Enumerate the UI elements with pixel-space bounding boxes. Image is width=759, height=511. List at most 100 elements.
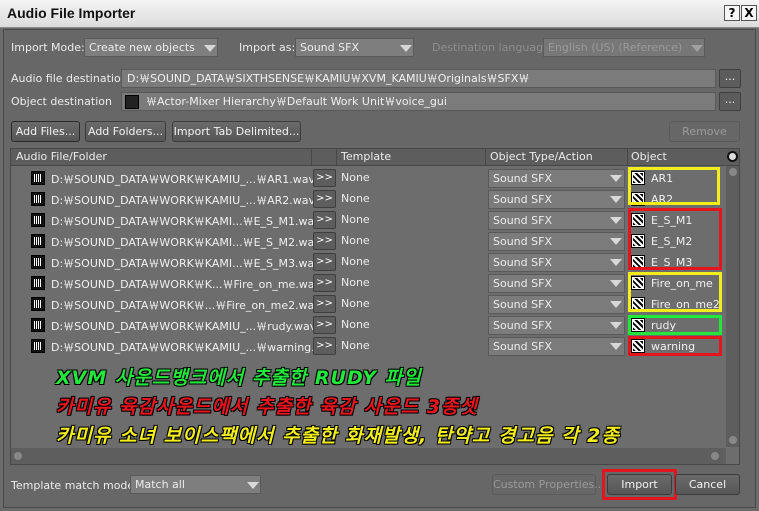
custom-properties-button: Custom Properties... xyxy=(492,474,605,495)
dest-language-select: English (US) (Reference) xyxy=(543,38,705,57)
file-path: D:￦SOUND_DATA￦WORK￦KAMIU_...￦rudy.wav xyxy=(51,320,317,333)
remove-button: Remove xyxy=(669,121,740,142)
audio-dest-browse-button[interactable]: ... xyxy=(719,69,741,88)
scroll-left-icon[interactable] xyxy=(14,452,22,460)
add-folders-button[interactable]: Add Folders... xyxy=(85,121,166,142)
scroll-down-icon[interactable] xyxy=(729,436,737,444)
object-type-select[interactable]: Sound SFX xyxy=(488,232,625,251)
template-value: None xyxy=(341,171,370,184)
column-header-template[interactable]: Template xyxy=(341,150,391,163)
object-type-select[interactable]: Sound SFX xyxy=(488,295,625,314)
template-value: None xyxy=(341,255,370,268)
import-mode-select[interactable]: Create new objects xyxy=(84,38,218,57)
dest-language-label: Destination language: xyxy=(432,41,554,54)
object-type-select[interactable]: Sound SFX xyxy=(488,169,625,188)
template-apply-button[interactable]: >> xyxy=(313,190,336,208)
annotation-sixthsense: 카미유 육감사운드에서 추출한 육감 사운드 3종셋 xyxy=(56,396,478,418)
template-match-value: Match all xyxy=(135,478,185,491)
import-mode-value: Create new objects xyxy=(89,41,195,54)
table-row[interactable]: D:￦SOUND_DATA￦WORK￦KAMIU_...￦rudy.wav >>… xyxy=(11,315,726,336)
object-type-select[interactable]: Sound SFX xyxy=(488,190,625,209)
column-header-type[interactable]: Object Type/Action xyxy=(490,150,593,163)
template-apply-button[interactable]: >> xyxy=(313,169,336,187)
search-icon[interactable] xyxy=(727,151,738,162)
cancel-button[interactable]: Cancel xyxy=(675,474,740,495)
table-row[interactable]: D:￦SOUND_DATA￦WORK￦...￦Fire_on_me2.wav >… xyxy=(11,294,726,315)
file-path: D:￦SOUND_DATA￦WORK￦KAMIU_...￦AR1.wav xyxy=(51,173,316,186)
object-type-select[interactable]: Sound SFX xyxy=(488,253,625,272)
wav-file-icon xyxy=(31,318,45,332)
template-match-select[interactable]: Match all xyxy=(130,475,261,494)
import-as-select[interactable]: Sound SFX xyxy=(295,38,414,57)
template-apply-button[interactable]: >> xyxy=(313,232,336,250)
highlight-box-warning xyxy=(628,336,722,356)
object-type-select[interactable]: Sound SFX xyxy=(488,337,625,356)
import-as-label: Import as: xyxy=(239,41,296,54)
import-as-value: Sound SFX xyxy=(300,41,359,54)
file-path: D:￦SOUND_DATA￦WORK￦KAMI...￦E_S_M2.wav xyxy=(51,236,321,249)
dest-language-value: English (US) (Reference) xyxy=(548,41,683,54)
highlight-box-esm xyxy=(628,208,722,270)
close-button[interactable]: X xyxy=(741,5,757,21)
file-path: D:￦SOUND_DATA￦WORK￦K...￦Fire_on_me.wav xyxy=(51,278,322,291)
table-row[interactable]: D:￦SOUND_DATA￦WORK￦K...￦Fire_on_me.wav >… xyxy=(11,273,726,294)
add-files-button[interactable]: Add Files... xyxy=(11,121,80,142)
template-apply-button[interactable]: >> xyxy=(313,211,336,229)
audio-dest-field[interactable]: D:￦SOUND_DATA￦SIXTHSENSE￦KAMIU￦XVM_KAMIU… xyxy=(121,69,716,88)
template-value: None xyxy=(341,339,370,352)
import-tab-delimited-button[interactable]: Import Tab Delimited... xyxy=(172,121,301,142)
object-type-select[interactable]: Sound SFX xyxy=(488,274,625,293)
title-bar: Audio File Importer ? X xyxy=(0,0,759,28)
column-header-object[interactable]: Object xyxy=(631,150,667,163)
object-dest-field[interactable]: ￦Actor-Mixer Hierarchy￦Default Work Unit… xyxy=(121,92,716,111)
file-path: D:￦SOUND_DATA￦WORK￦...￦Fire_on_me2.wav xyxy=(51,299,321,312)
annotation-rudy: XVM 사운드뱅크에서 추출한 RUDY 파일 xyxy=(56,367,422,389)
table-row[interactable]: D:￦SOUND_DATA￦WORK￦KAMI...￦E_S_M3.wav >>… xyxy=(11,252,726,273)
object-dest-value: ￦Actor-Mixer Hierarchy￦Default Work Unit… xyxy=(146,95,447,108)
work-unit-icon xyxy=(125,95,139,109)
template-value: None xyxy=(341,297,370,310)
wav-file-icon xyxy=(31,234,45,248)
table-row[interactable]: D:￦SOUND_DATA￦WORK￦KAMI...￦E_S_M2.wav >>… xyxy=(11,231,726,252)
file-path: D:￦SOUND_DATA￦WORK￦KAMIU_...￦AR2.wav xyxy=(51,194,316,207)
scroll-right-icon[interactable] xyxy=(711,452,719,460)
column-header-file[interactable]: Audio File/Folder xyxy=(16,150,107,163)
annotation-voicepack: 카미유 소녀 보이스팩에서 추출한 화재발생, 탄약고 경고음 각 2종 xyxy=(56,425,620,447)
horizontal-scrollbar[interactable] xyxy=(11,448,726,464)
template-apply-button[interactable]: >> xyxy=(313,316,336,334)
object-type-select[interactable]: Sound SFX xyxy=(488,211,625,230)
wav-file-icon xyxy=(31,255,45,269)
template-value: None xyxy=(341,318,370,331)
template-match-label: Template match mode: xyxy=(11,479,138,492)
highlight-box-ar xyxy=(628,167,720,205)
template-apply-button[interactable]: >> xyxy=(313,253,336,271)
file-path: D:￦SOUND_DATA￦WORK￦KAMI...￦E_S_M3.wav xyxy=(51,257,321,270)
table-row[interactable]: D:￦SOUND_DATA￦WORK￦KAMIU_...￦AR1.wav >> … xyxy=(11,168,726,189)
wav-file-icon xyxy=(31,213,45,227)
wav-file-icon xyxy=(31,339,45,353)
wav-file-icon xyxy=(31,171,45,185)
template-value: None xyxy=(341,234,370,247)
scroll-up-icon[interactable] xyxy=(729,168,737,176)
table-row[interactable]: D:￦SOUND_DATA￦WORK￦KAMIU_...￦AR2.wav >> … xyxy=(11,189,726,210)
highlight-box-rudy xyxy=(628,315,722,335)
template-apply-button[interactable]: >> xyxy=(313,274,336,292)
object-dest-label: Object destination xyxy=(11,95,112,108)
import-mode-label: Import Mode: xyxy=(11,41,85,54)
template-value: None xyxy=(341,192,370,205)
object-type-select[interactable]: Sound SFX xyxy=(488,316,625,335)
file-path: D:￦SOUND_DATA￦WORK￦KAMIU_...￦warning.wav xyxy=(51,341,337,354)
object-dest-browse-button[interactable]: ... xyxy=(719,92,741,111)
wav-file-icon xyxy=(31,297,45,311)
window-title: Audio File Importer xyxy=(7,5,136,21)
wav-file-icon xyxy=(31,276,45,290)
file-path: D:￦SOUND_DATA￦WORK￦KAMI...￦E_S_M1.wav xyxy=(51,215,321,228)
vertical-scrollbar[interactable] xyxy=(726,166,739,447)
help-button[interactable]: ? xyxy=(724,5,740,21)
table-row[interactable]: D:￦SOUND_DATA￦WORK￦KAMIU_...￦warning.wav… xyxy=(11,336,726,357)
template-apply-button[interactable]: >> xyxy=(313,295,336,313)
table-header: Audio File/Folder Template Object Type/A… xyxy=(11,149,739,166)
import-button[interactable]: Import xyxy=(607,474,672,495)
table-row[interactable]: D:￦SOUND_DATA￦WORK￦KAMI...￦E_S_M1.wav >>… xyxy=(11,210,726,231)
template-apply-button[interactable]: >> xyxy=(313,337,336,355)
